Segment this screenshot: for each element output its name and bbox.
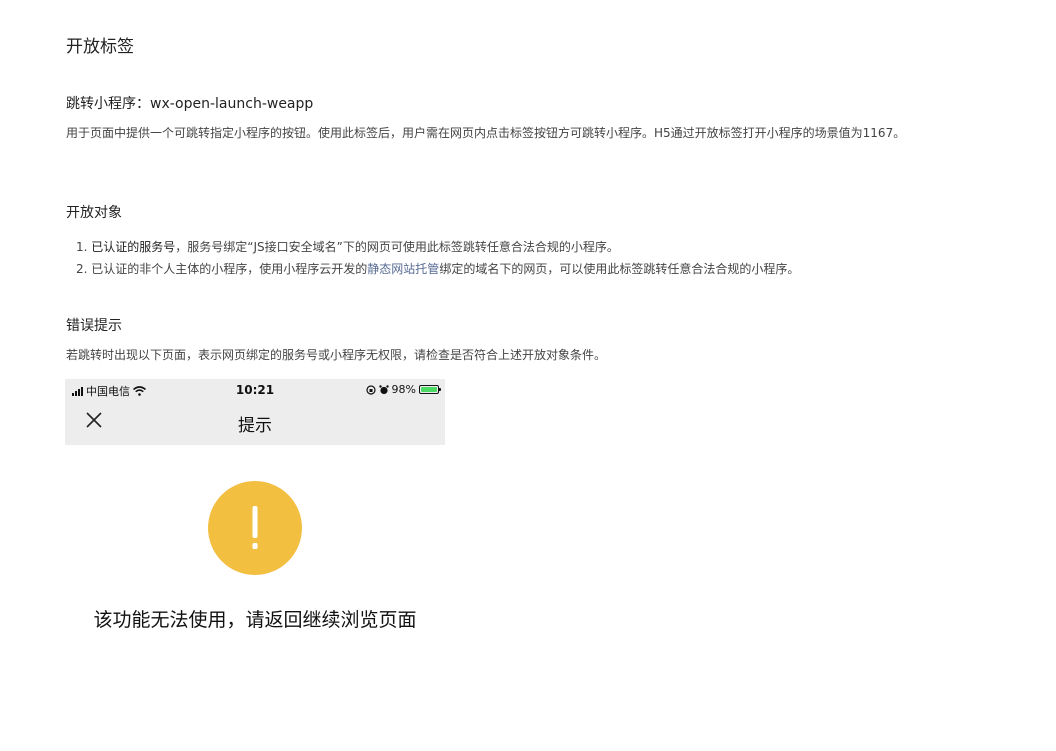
- list-item-text: ，服务号绑定“JS接口安全域名”下的网页可使用此标签跳转任意合法合规的小程序。: [175, 240, 619, 254]
- nav-title: 提示: [238, 416, 272, 436]
- error-description: 若跳转时出现以下页面，表示网页绑定的服务号或小程序无权限，请检查是否符合上述开放…: [66, 348, 607, 362]
- page-title: 开放标签: [66, 37, 134, 57]
- target-list: 1. 已认证的服务号，服务号绑定“JS接口安全域名”下的网页可使用此标签跳转任意…: [76, 236, 799, 280]
- list-item-strong: 已认证的服务号: [91, 240, 176, 254]
- section-heading-launch-weapp: 跳转小程序：wx-open-launch-weapp: [66, 96, 314, 112]
- static-hosting-link[interactable]: 静态网站托管: [367, 262, 439, 276]
- orientation-lock-icon: [365, 384, 376, 395]
- section-heading-target: 开放对象: [66, 205, 122, 221]
- alarm-icon: [378, 384, 389, 394]
- list-item-text: 已认证的非个人主体的小程序，使用小程序云开发的: [91, 262, 368, 276]
- launch-weapp-description: 用于页面中提供一个可跳转指定小程序的按钮。使用此标签后，用户需在网页内点击标签按…: [66, 126, 906, 140]
- warning-icon: [208, 481, 302, 575]
- list-item: 1. 已认证的服务号，服务号绑定“JS接口安全域名”下的网页可使用此标签跳转任意…: [76, 236, 799, 258]
- battery-percent: 98%: [391, 383, 416, 396]
- warning-message: 该功能无法使用，请返回继续浏览页面: [93, 609, 417, 631]
- list-item-text: 绑定的域名下的网页，可以使用此标签跳转任意合法合规的小程序。: [439, 262, 800, 276]
- battery-icon: [419, 385, 441, 394]
- section-heading-error: 错误提示: [66, 318, 122, 334]
- list-item: 2. 已认证的非个人主体的小程序，使用小程序云开发的静态网站托管绑定的域名下的网…: [76, 258, 799, 280]
- status-bar: 中国电信 10:21 98%: [65, 379, 445, 401]
- phone-screenshot-header: 中国电信 10:21 98% 提示: [65, 379, 445, 445]
- list-number: 2.: [76, 262, 88, 276]
- list-number: 1.: [76, 240, 88, 254]
